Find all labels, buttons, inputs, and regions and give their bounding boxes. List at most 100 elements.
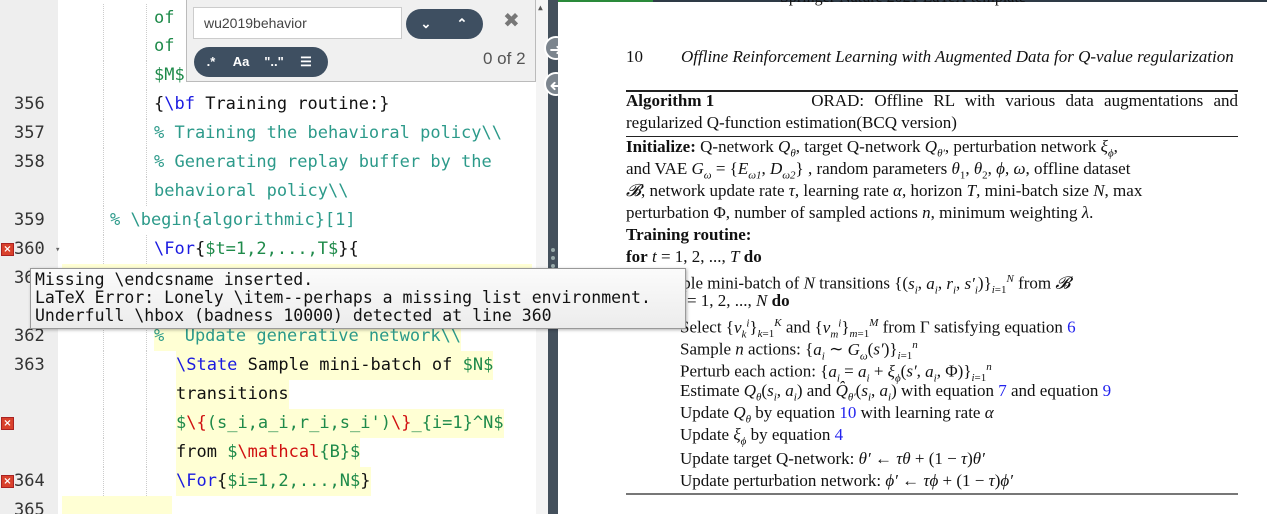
code-token: % Training the behavioral policy\\: [154, 123, 502, 143]
code-token: \{: [186, 413, 207, 433]
indent-guide: [146, 438, 147, 467]
code-line[interactable]: from $\mathcal{B}$: [176, 438, 361, 467]
caption-line: ORAD: Offline RL with various data augme…: [811, 91, 1238, 110]
indent-guide: [146, 380, 147, 409]
code-token: behavioral policy\\: [154, 181, 349, 201]
code-token: \}: [390, 413, 412, 433]
indent-guide: [146, 235, 147, 264]
whole-word-toggle[interactable]: "..": [262, 48, 286, 76]
code-token: \For: [176, 471, 217, 491]
algo-line: Update perturbation network: ϕ′ ← τϕ + (…: [680, 471, 1013, 490]
find-options-group: .* Aa ".." ☰: [194, 47, 328, 77]
code-token: {B}$: [319, 442, 361, 462]
code-token: \For: [154, 239, 195, 259]
code-line[interactable]: \State Sample mini-batch of $N$: [176, 351, 494, 380]
page-number: 10: [626, 47, 643, 66]
progress-indicator: [558, 0, 653, 2]
indent-guide: [146, 177, 147, 206]
code-line[interactable]: \For{$t=1,2,...,T$}{: [154, 235, 359, 264]
grip-dot: [551, 256, 555, 260]
code-token: _{i=1}^N$: [411, 413, 504, 433]
find-nav-group: ⌄ ⌃: [406, 9, 483, 39]
in-selection-toggle[interactable]: ☰: [294, 48, 318, 76]
code-token: $i=1,2,...,N$: [227, 471, 361, 491]
error-marker-icon[interactable]: ×: [1, 417, 14, 430]
line-number: 356: [14, 94, 45, 114]
pdf-preview[interactable]: Springer Nature 2021 LaTeX template 10 O…: [558, 0, 1267, 514]
init-line: perturbation Φ, number of sampled action…: [626, 203, 1094, 222]
tooltip-line: LaTeX Error: Lonely \item--perhaps a mis…: [35, 288, 651, 307]
code-line[interactable]: transitions: [176, 380, 289, 409]
indent-guide: [103, 235, 104, 264]
code-line[interactable]: % \begin{algorithmic}[1]: [110, 206, 356, 235]
code-line[interactable]: behavioral policy\\: [154, 177, 348, 206]
line-number: 359: [14, 210, 45, 230]
code-line[interactable]: \For{$i=1,2,...,N$}: [176, 467, 371, 496]
line-number: 357: [14, 123, 45, 143]
error-marker-icon[interactable]: ×: [1, 475, 14, 488]
init-line: 𝓑, network update rate τ, learning rate …: [626, 181, 1143, 200]
indent-guide: [103, 351, 104, 380]
line-number: 358: [14, 152, 45, 172]
code-token: \State: [176, 355, 238, 375]
regex-toggle[interactable]: .*: [200, 48, 222, 76]
indent-guide: [103, 90, 104, 119]
code-token: \mathcal: [237, 442, 320, 462]
code-token: Sample mini-batch of: [237, 355, 463, 375]
scroll-up-icon[interactable]: ▲: [538, 3, 543, 12]
code-token: % \begin{algorithmic}[1]: [110, 210, 356, 230]
code-token: $t=1,2,...,T$: [205, 239, 339, 259]
algorithm-label: Algorithm 1: [626, 91, 715, 110]
line-number: 360: [14, 239, 45, 259]
code-line[interactable]: $\{(s_i,a_i,r_i,s_i')\}_{i=1}^N$: [176, 409, 504, 438]
page-header: Springer Nature 2021 LaTeX template: [780, 0, 1026, 9]
code-token: transitions: [176, 384, 289, 404]
code-line[interactable]: % Training the behavioral policy\\: [154, 119, 502, 148]
code-token: }{: [338, 239, 359, 259]
caption-line: regularized Q-function estimation(BCQ ve…: [626, 113, 957, 132]
indent-guide: [103, 409, 104, 438]
line-highlight: [62, 496, 172, 514]
indent-guide: [103, 4, 104, 33]
indent-guide: [103, 380, 104, 409]
training-heading: Training routine:: [626, 225, 752, 244]
fold-toggle-icon[interactable]: ▾: [55, 245, 60, 255]
indent-guide: [103, 32, 104, 61]
code-line[interactable]: of: [154, 4, 174, 33]
code-line[interactable]: of: [154, 32, 174, 61]
find-prev-button[interactable]: ⌃: [450, 10, 474, 38]
indent-guide: [103, 438, 104, 467]
line-gutter: 361365356357358359360×▾362363×364×: [0, 0, 60, 514]
code-token: % Generating replay buffer by the: [154, 152, 492, 172]
indent-guide: [146, 90, 147, 119]
indent-guide: [146, 32, 147, 61]
indent-guide: [146, 467, 147, 496]
code-line[interactable]: % Generating replay buffer by the: [154, 148, 492, 177]
error-marker-icon[interactable]: ×: [1, 243, 14, 256]
indent-guide: [146, 148, 147, 177]
code-token: $: [227, 442, 238, 462]
align-left-icon: ☰: [300, 54, 312, 69]
code-token: $: [176, 413, 187, 433]
algorithm-caption: Algorithm 1 ORAD: Offline RL with various…: [626, 90, 1238, 112]
code-token: {: [194, 239, 206, 259]
line-number: 364: [14, 471, 45, 491]
indent-guide: [146, 4, 147, 33]
code-token: of: [154, 8, 175, 28]
indent-guide: [103, 148, 104, 177]
code-line[interactable]: {\bf Training routine:}: [154, 90, 389, 119]
indent-guide: [103, 177, 104, 206]
indent-guide: [146, 61, 147, 90]
find-input[interactable]: [193, 7, 402, 39]
code-token: {: [216, 471, 228, 491]
match-case-toggle[interactable]: Aa: [228, 48, 254, 76]
indent-guide: [103, 61, 104, 90]
algo-line: for t = 1, 2, ..., T do: [626, 247, 762, 266]
find-widget: ⌄ ⌃ ✖ .* Aa ".." ☰ 0 of 2: [186, 0, 536, 82]
find-close-button[interactable]: ✖: [503, 8, 520, 32]
match-count: 0 of 2: [483, 49, 526, 68]
find-next-button[interactable]: ⌄: [414, 10, 438, 38]
code-line[interactable]: $M$: [154, 61, 185, 90]
indent-guide: [103, 119, 104, 148]
indent-guide: [146, 409, 147, 438]
